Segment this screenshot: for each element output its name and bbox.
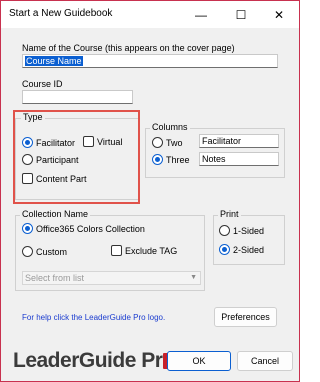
custom-label: Custom	[36, 247, 68, 257]
print-group-title: Print	[218, 209, 241, 219]
two-sided-label: 2-Sided	[233, 245, 265, 255]
column2-input[interactable]: Notes	[199, 152, 279, 166]
two-sided-radio[interactable]	[219, 244, 230, 255]
columns-two-label: Two	[166, 138, 183, 148]
minimize-icon[interactable]: —	[181, 1, 221, 28]
columns-three-label: Three	[166, 155, 190, 165]
preferences-button[interactable]: Preferences	[214, 307, 277, 327]
course-name-input[interactable]: Course Name	[22, 54, 278, 68]
course-name-value: Course Name	[25, 56, 83, 66]
one-sided-label: 1-Sided	[233, 226, 265, 236]
leaderguide-logo[interactable]: LeaderGuide Pr	[13, 349, 176, 373]
office365-label: Office365 Colors Collection	[36, 224, 145, 234]
logo-text: LeaderGuide Pr	[13, 349, 163, 372]
office365-radio[interactable]	[22, 223, 33, 234]
dialog-title: Start a New Guidebook	[9, 8, 113, 19]
ok-button[interactable]: OK	[167, 351, 231, 371]
custom-radio[interactable]	[22, 246, 33, 257]
chevron-down-icon: ▼	[190, 274, 197, 281]
collection-select-placeholder: Select from list	[25, 273, 85, 283]
collection-group-title: Collection Name	[20, 209, 91, 219]
columns-three-radio[interactable]	[152, 154, 163, 165]
exclude-tag-label: Exclude TAG	[125, 246, 178, 256]
columns-two-radio[interactable]	[152, 137, 163, 148]
maximize-icon[interactable]: ☐	[221, 1, 261, 28]
title-bar: Start a New Guidebook — ☐ ✕	[1, 1, 299, 28]
one-sided-radio[interactable]	[219, 225, 230, 236]
course-name-label: Name of the Course (this appears on the …	[22, 43, 235, 53]
course-id-label: Course ID	[22, 79, 63, 89]
columns-group-title: Columns	[150, 122, 190, 132]
close-icon[interactable]: ✕	[259, 1, 299, 28]
column1-value: Facilitator	[202, 136, 242, 146]
exclude-tag-checkbox[interactable]	[111, 245, 122, 256]
column2-value: Notes	[202, 154, 226, 164]
cancel-button[interactable]: Cancel	[237, 351, 293, 371]
column1-input[interactable]: Facilitator	[199, 134, 279, 148]
collection-select[interactable]: Select from list ▼	[22, 271, 201, 285]
type-highlight-frame	[13, 110, 140, 204]
dialog-window: Start a New Guidebook — ☐ ✕ Name of the …	[0, 0, 300, 382]
print-group	[213, 215, 285, 265]
course-id-input[interactable]	[22, 90, 133, 104]
help-text: For help click the LeaderGuide Pro logo.	[22, 313, 166, 322]
